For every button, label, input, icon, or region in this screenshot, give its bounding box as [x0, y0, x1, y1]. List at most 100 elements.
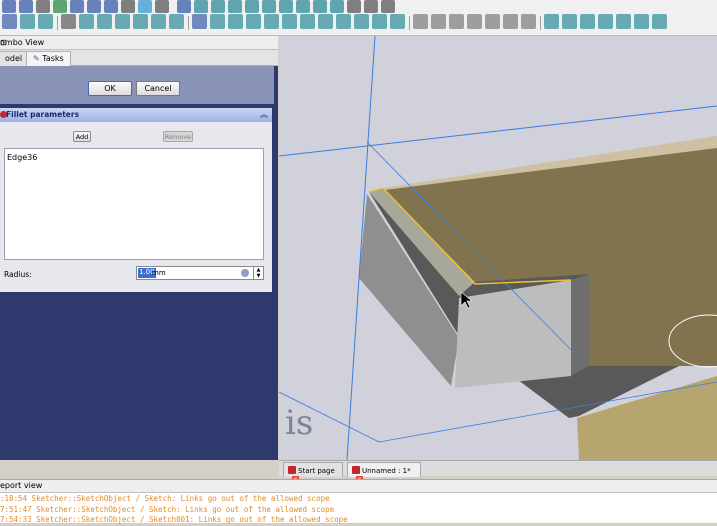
toolbar-icon[interactable]	[228, 14, 243, 29]
toolbar-icon[interactable]	[372, 14, 387, 29]
toolbar-icon[interactable]	[354, 14, 369, 29]
toolbar-icon[interactable]	[347, 0, 361, 13]
toolbar-icon[interactable]	[282, 14, 297, 29]
toolbar-icon[interactable]	[313, 0, 327, 13]
toolbar-icon[interactable]	[194, 0, 208, 13]
tab-tasks[interactable]: ✎ Tasks	[26, 51, 71, 66]
toolbar-icon[interactable]	[544, 14, 559, 29]
tab-model[interactable]: odel	[0, 51, 30, 66]
toolbar-icon[interactable]	[38, 14, 53, 29]
toolbar-icon[interactable]	[177, 0, 191, 13]
toolbar-icon[interactable]	[169, 14, 184, 29]
toolbar-icon[interactable]	[634, 14, 649, 29]
toolbar-icon[interactable]	[318, 14, 333, 29]
tab-start-page-label: Start page	[298, 467, 335, 475]
watermark-text: is	[285, 403, 313, 443]
cancel-button[interactable]: Cancel	[136, 81, 180, 96]
toolbar-icon[interactable]	[138, 0, 152, 13]
toolbar-icon[interactable]	[279, 0, 293, 13]
main-toolbar	[0, 0, 717, 36]
tasks-icon: ✎	[33, 54, 40, 63]
toolbar-icon[interactable]	[300, 14, 315, 29]
toolbar-icon[interactable]	[2, 14, 17, 29]
toolbar-icon[interactable]	[61, 14, 76, 29]
toolbar-icon[interactable]	[20, 14, 35, 29]
toolbar-icon[interactable]	[87, 0, 101, 13]
log-line: :10:54 Sketcher::SketchObject / Sketch: …	[0, 494, 330, 503]
log-line: 7:54:33 Sketcher::SketchObject / Sketch0…	[0, 515, 348, 524]
toolbar-icon[interactable]	[155, 0, 169, 13]
toolbar-icon[interactable]	[381, 0, 395, 13]
toolbar-icon[interactable]	[521, 14, 536, 29]
fillet-parameters-header[interactable]: Fillet parameters ︽	[0, 108, 272, 122]
toolbar-icon[interactable]	[467, 14, 482, 29]
combo-view-titlebar: ombo View ⊡	[0, 36, 278, 50]
toolbar-icon[interactable]	[485, 14, 500, 29]
toolbar-icon[interactable]	[115, 14, 130, 29]
toolbar-icon[interactable]	[336, 14, 351, 29]
ok-button[interactable]: OK	[88, 81, 132, 96]
toolbar-icon[interactable]	[262, 0, 276, 13]
toolbar-icon[interactable]	[192, 14, 207, 29]
toolbar-icon[interactable]	[330, 0, 344, 13]
toolbar-icon[interactable]	[364, 0, 378, 13]
toolbar-icon[interactable]	[449, 14, 464, 29]
toolbar-icon[interactable]	[211, 0, 225, 13]
toolbar-icon[interactable]	[36, 0, 50, 13]
toolbar-icon[interactable]	[210, 14, 225, 29]
report-view-title: eport view	[0, 480, 717, 493]
slab-front-face	[455, 280, 571, 388]
document-tabs: Start page× Unnamed : 1*×	[279, 460, 717, 483]
toolbar-icon[interactable]	[97, 14, 112, 29]
tab-start-page[interactable]: Start page×	[283, 462, 343, 483]
toolbar-icon[interactable]	[121, 0, 135, 13]
radius-input[interactable]: 1.00 mm ▲ ▼	[136, 266, 264, 280]
task-dialog-buttons-box: OK Cancel	[0, 66, 274, 104]
toolbar-icon[interactable]	[616, 14, 631, 29]
toolbar-icon[interactable]	[104, 0, 118, 13]
toolbar-separator	[540, 16, 541, 30]
expression-icon[interactable]	[241, 269, 249, 277]
toolbar-icon[interactable]	[503, 14, 518, 29]
add-button[interactable]: Add	[73, 131, 91, 142]
fillet-parameters-panel: Fillet parameters ︽ Add Remove Edge36 Ra…	[0, 108, 272, 292]
toolbar-icon[interactable]	[79, 14, 94, 29]
toolbar-icon[interactable]	[19, 0, 33, 13]
edge-list[interactable]: Edge36	[4, 148, 264, 260]
toolbar-icon[interactable]	[652, 14, 667, 29]
toolbar-icon[interactable]	[598, 14, 613, 29]
toolbar-icon[interactable]	[562, 14, 577, 29]
toolbar-icon[interactable]	[70, 0, 84, 13]
toolbar-icon[interactable]	[133, 14, 148, 29]
radius-unit: mm	[152, 269, 166, 277]
tab-unnamed[interactable]: Unnamed : 1*×	[347, 462, 421, 483]
toolbar-icon[interactable]	[228, 0, 242, 13]
combo-tabs: odel ✎ Tasks	[0, 50, 278, 66]
collapse-chevron-icon[interactable]: ︽	[260, 109, 268, 120]
list-item[interactable]: Edge36	[7, 153, 37, 162]
slab-right-face	[571, 274, 589, 376]
report-log[interactable]: :10:54 Sketcher::SketchObject / Sketch: …	[0, 494, 717, 526]
tab-tasks-label: Tasks	[42, 54, 64, 63]
toolbar-icon[interactable]	[245, 0, 259, 13]
remove-button[interactable]: Remove	[163, 131, 193, 142]
3d-viewport[interactable]: is	[279, 36, 717, 460]
toolbar-icon[interactable]	[413, 14, 428, 29]
log-line: 7:51:47 Sketcher::SketchObject / Sketch:…	[0, 504, 335, 514]
toolbar-icon[interactable]	[246, 14, 261, 29]
toolbar-icon[interactable]	[151, 14, 166, 29]
toolbar-icon[interactable]	[296, 0, 310, 13]
radius-spinner[interactable]: ▲ ▼	[253, 267, 263, 279]
toolbar-separator	[409, 16, 410, 30]
toolbar-icon[interactable]	[431, 14, 446, 29]
combo-view-panel: ombo View ⊡ odel ✎ Tasks OK Cancel Fille…	[0, 36, 278, 460]
3d-scene[interactable]: is	[279, 36, 717, 460]
toolbar-icon[interactable]	[264, 14, 279, 29]
report-view: eport view :10:54 Sketcher::SketchObject…	[0, 479, 717, 526]
toolbar-icon[interactable]	[580, 14, 595, 29]
freecad-icon	[288, 466, 296, 474]
toolbar-icon[interactable]	[2, 0, 16, 13]
toolbar-icon[interactable]	[53, 0, 67, 13]
toolbar-icon[interactable]	[390, 14, 405, 29]
float-panel-icon[interactable]: ⊡	[0, 38, 274, 47]
